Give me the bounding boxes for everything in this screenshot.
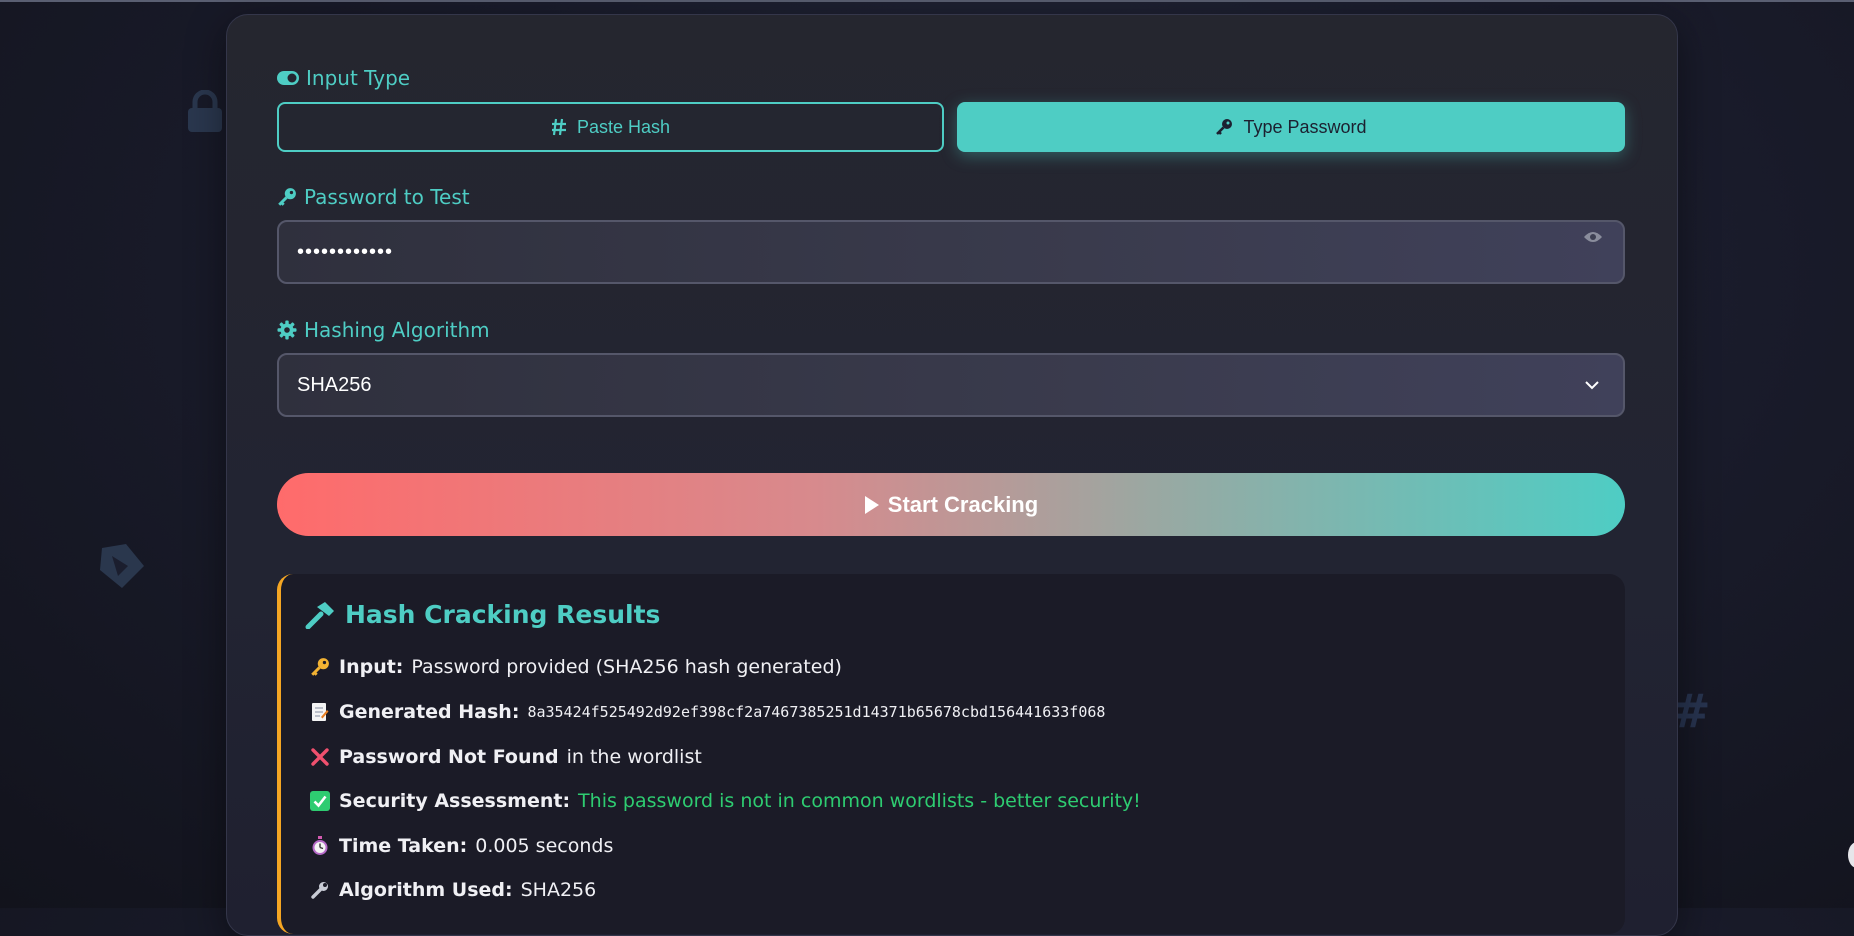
password-label: Password to Test <box>277 185 470 209</box>
chevron-down-icon <box>1585 380 1599 389</box>
result-hash-row: Generated Hash: 8a35424f525492d92ef398cf… <box>309 701 1105 723</box>
result-security-value: This password is not in common wordlists… <box>578 790 1141 812</box>
result-time-row: Time Taken: 0.005 seconds <box>309 835 613 857</box>
algorithm-select[interactable]: SHA256 <box>277 353 1625 417</box>
result-security-label: Security Assessment: <box>339 790 571 812</box>
cross-icon <box>309 747 331 767</box>
hammer-icon <box>305 601 334 629</box>
results-title-text: Hash Cracking Results <box>345 600 661 629</box>
password-input[interactable]: •••••••••••• <box>277 220 1625 284</box>
start-cracking-label: Start Cracking <box>887 491 1039 517</box>
result-time-label: Time Taken: <box>339 835 468 857</box>
floating-widget[interactable] <box>1848 842 1854 868</box>
result-notfound-label: Password Not Found <box>339 746 559 768</box>
result-notfound-suffix: in the wordlist <box>566 746 702 768</box>
type-password-button[interactable]: Type Password <box>957 102 1625 152</box>
result-algorithm-value: SHA256 <box>520 879 597 901</box>
paste-hash-label: Paste Hash <box>576 116 671 137</box>
input-type-label-text: Input Type <box>306 66 411 90</box>
input-type-label: Input Type <box>277 66 410 90</box>
result-security-row: Security Assessment: This password is no… <box>309 790 1141 812</box>
result-input-value: Password provided (SHA256 hash generated… <box>411 656 842 678</box>
result-algorithm-row: Algorithm Used: SHA256 <box>309 879 596 901</box>
type-password-label: Type Password <box>1243 116 1367 137</box>
algorithm-label-text: Hashing Algorithm <box>304 318 490 342</box>
eye-icon[interactable] <box>1583 230 1603 244</box>
toggle-icon <box>277 71 299 85</box>
tag-icon <box>100 544 144 588</box>
window-top-edge <box>0 0 1854 2</box>
result-hash-label: Generated Hash: <box>339 701 520 723</box>
result-time-value: 0.005 seconds <box>475 835 614 857</box>
password-label-text: Password to Test <box>304 185 470 209</box>
results-title: Hash Cracking Results <box>305 600 660 629</box>
key-icon <box>278 188 296 206</box>
algorithm-label: Hashing Algorithm <box>277 318 490 342</box>
check-icon <box>309 791 331 811</box>
result-notfound-row: Password Not Found in the wordlist <box>309 746 702 768</box>
memo-icon <box>309 702 331 722</box>
result-algorithm-label: Algorithm Used: <box>339 879 513 901</box>
result-hash-value: 8a35424f525492d92ef398cf2a7467385251d143… <box>527 703 1106 721</box>
hashtag-icon <box>551 118 566 136</box>
result-input-row: Input: Password provided (SHA256 hash ge… <box>309 656 842 678</box>
play-icon <box>864 495 879 514</box>
stopwatch-icon <box>309 836 331 856</box>
start-cracking-button[interactable]: Start Cracking <box>277 473 1625 536</box>
algorithm-selected-value: SHA256 <box>297 373 372 396</box>
password-value: •••••••••••• <box>297 240 394 263</box>
key-icon <box>309 657 331 677</box>
paste-hash-button[interactable]: Paste Hash <box>277 102 944 152</box>
key-icon <box>1216 119 1233 135</box>
lock-icon <box>188 90 222 132</box>
gear-icon <box>277 320 297 340</box>
wrench-icon <box>309 881 331 899</box>
result-input-label: Input: <box>339 656 404 678</box>
